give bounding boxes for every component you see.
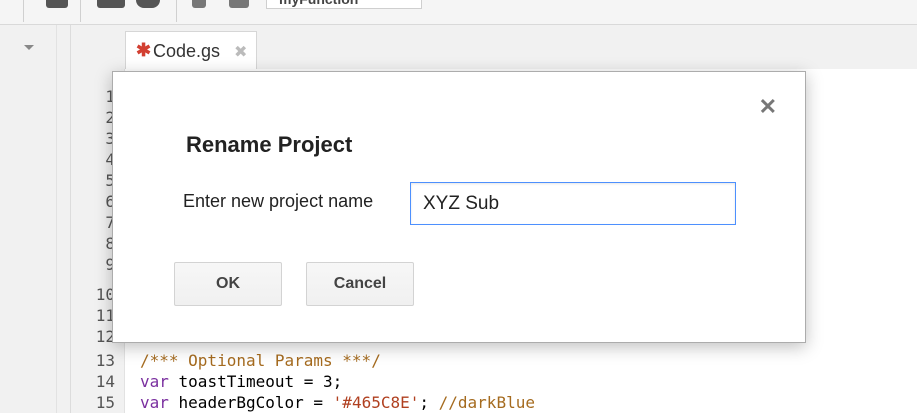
cancel-button[interactable]: Cancel xyxy=(306,262,414,306)
rename-project-dialog: ✕ Rename Project Enter new project name … xyxy=(112,71,806,343)
project-name-label: Enter new project name xyxy=(183,191,374,211)
project-name-input[interactable] xyxy=(410,182,736,225)
ok-button[interactable]: OK xyxy=(174,262,282,306)
script-editor-window: myFunction ✱ Code.gs ✖ 1 2 3 4 5 6 7 8 9… xyxy=(0,0,917,413)
dialog-overlay: ✕ Rename Project Enter new project name … xyxy=(0,0,917,413)
dialog-title: Rename Project xyxy=(186,132,353,157)
close-icon[interactable]: ✕ xyxy=(759,94,777,120)
